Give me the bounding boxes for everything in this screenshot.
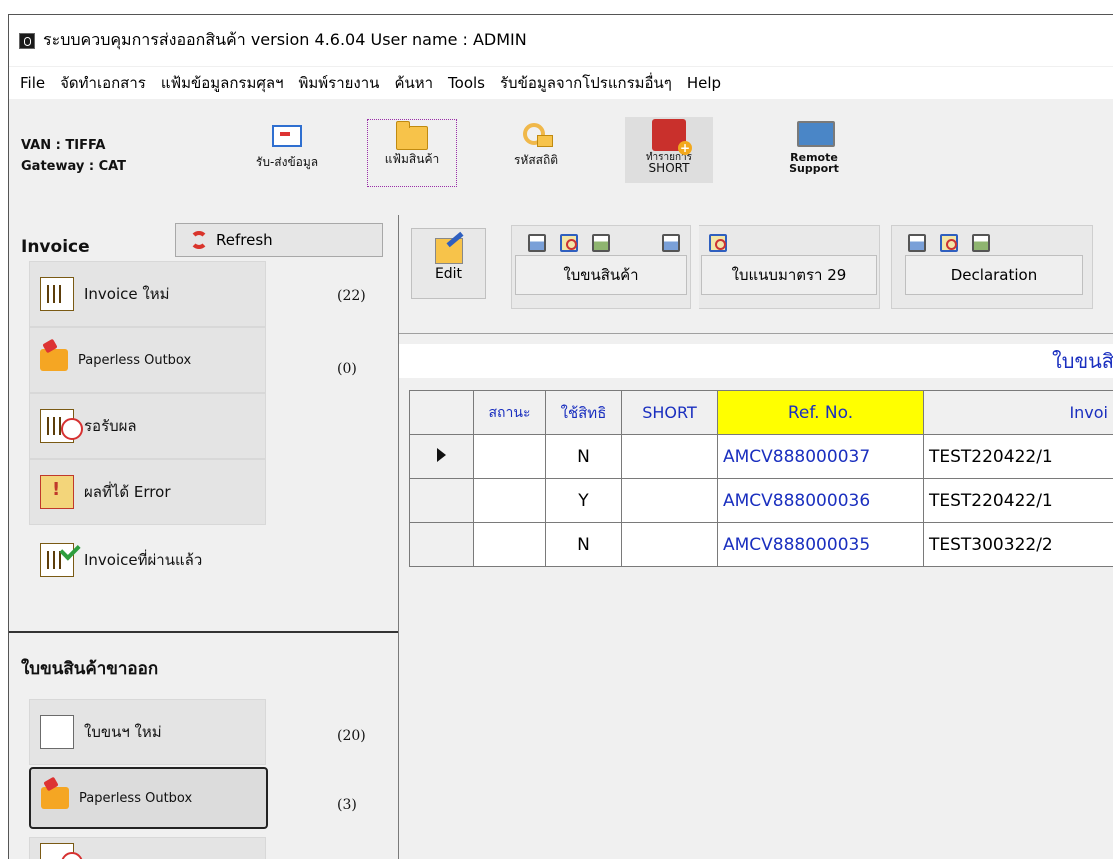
menu-print-report[interactable]: พิมพ์รายงาน (299, 71, 380, 95)
envelope-send-icon (270, 125, 304, 153)
folder-icon (395, 122, 429, 150)
menu-customs-files[interactable]: แฟ้มข้อมูลกรมศุลฯ (161, 71, 284, 95)
tab-declaration[interactable]: ใบขนสินค้า (515, 255, 687, 295)
table-row[interactable]: Y AMCV888000036 TEST220422/1 (410, 479, 1113, 523)
cell-status[interactable] (474, 479, 546, 523)
print-multiple-icon[interactable] (592, 234, 610, 252)
key-folder-icon (519, 123, 553, 151)
sidebar-item-error-result[interactable]: ผลที่ได้ Error (29, 459, 266, 525)
print-icon[interactable] (662, 234, 680, 252)
row-header-corner (410, 391, 474, 435)
cell-ref-no[interactable]: AMCV888000035 (718, 523, 924, 567)
sidebar-divider (9, 631, 398, 633)
sidebar-item-cut-off[interactable] (29, 837, 266, 859)
pending-result-icon (40, 843, 74, 859)
table-row[interactable]: N AMCV888000035 TEST300322/2 (410, 523, 1113, 567)
sidebar-item-pending-result[interactable]: รอรับผล (29, 393, 266, 459)
menu-help[interactable]: Help (687, 74, 721, 92)
row-selector[interactable] (410, 435, 474, 479)
column-header-short[interactable]: SHORT (622, 391, 718, 435)
column-header-status[interactable]: สถานะ (474, 391, 546, 435)
row-selector[interactable] (410, 479, 474, 523)
count-invoice-paperless-outbox: (0) (337, 361, 357, 377)
toolbar: VAN : TIFFA Gateway : CAT รับ-ส่งข้อมูล … (9, 99, 1113, 216)
invoice-new-icon (40, 277, 74, 311)
print-preview-icon[interactable] (940, 234, 958, 252)
pending-result-icon (40, 409, 74, 443)
cell-privilege[interactable]: Y (546, 479, 622, 523)
short-icon (652, 119, 686, 147)
cell-privilege[interactable]: N (546, 435, 622, 479)
cell-status[interactable] (474, 523, 546, 567)
app-icon (19, 33, 35, 49)
export-section-header: ใบขนสินค้าขาออก (21, 655, 158, 682)
sidebar-item-invoice-passed[interactable]: Invoiceที่ผ่านแล้ว (29, 527, 266, 593)
table-row[interactable]: N AMCV888000037 TEST220422/1 (410, 435, 1113, 479)
current-row-arrow-icon (437, 448, 446, 462)
sidebar-item-new-declaration[interactable]: ใบขนฯ ใหม่ (29, 699, 266, 765)
sidebar-item-invoice-paperless-outbox[interactable]: Paperless Outbox (29, 327, 266, 393)
sidebar-item-declaration-paperless-outbox[interactable]: Paperless Outbox (29, 767, 268, 829)
connection-info: VAN : TIFFA Gateway : CAT (21, 135, 126, 177)
cell-privilege[interactable]: N (546, 523, 622, 567)
cell-invoice[interactable]: TEST300322/2 (924, 523, 1113, 567)
cell-status[interactable] (474, 435, 546, 479)
statistics-code-button[interactable]: รหัสสถิติ (491, 119, 581, 185)
tab-declaration-en[interactable]: Declaration (905, 255, 1083, 295)
menu-search[interactable]: ค้นหา (394, 71, 433, 95)
menu-bar: File จัดทำเอกสาร แฟ้มข้อมูลกรมศุลฯ พิมพ์… (9, 67, 1113, 99)
cell-short[interactable] (622, 435, 718, 479)
menu-import-other[interactable]: รับข้อมูลจากโปรแกรมอื่นๆ (500, 71, 672, 95)
invoice-passed-icon (40, 543, 74, 577)
refresh-label: Refresh (216, 231, 273, 249)
count-new-invoice: (22) (337, 288, 366, 304)
cell-short[interactable] (622, 479, 718, 523)
sidebar: Invoice Refresh Invoice ใหม่ (22) Paperl… (9, 215, 399, 859)
short-list-button[interactable]: ทำรายการ SHORT (625, 117, 713, 183)
document-toolbar: Edit ใบขนสินค้า ใบแนบมาตรา 29 Declaratio… (399, 215, 1113, 334)
title-bar: ระบบควบคุมการส่งออกสินค้า version 4.6.04… (9, 15, 1113, 66)
sidebar-item-new-invoice[interactable]: Invoice ใหม่ (29, 261, 266, 327)
column-header-ref-no[interactable]: Ref. No. (718, 391, 924, 435)
cell-short[interactable] (622, 523, 718, 567)
grid-title: ใบขนสิ (399, 344, 1113, 378)
cell-ref-no[interactable]: AMCV888000037 (718, 435, 924, 479)
row-selector[interactable] (410, 523, 474, 567)
count-declaration-paperless-outbox: (3) (337, 797, 357, 813)
refresh-icon (190, 231, 208, 249)
menu-documents[interactable]: จัดทำเอกสาร (60, 71, 146, 95)
count-new-declaration: (20) (337, 728, 366, 744)
cell-invoice[interactable]: TEST220422/1 (924, 479, 1113, 523)
print-multiple-icon[interactable] (972, 234, 990, 252)
declaration-table: สถานะ ใช้สิทธิ SHORT Ref. No. Invoi N AM… (409, 390, 1113, 567)
refresh-button[interactable]: Refresh (175, 223, 383, 257)
main-panel: Edit ใบขนสินค้า ใบแนบมาตรา 29 Declaratio… (399, 215, 1113, 859)
monitor-icon (797, 121, 831, 149)
new-declaration-icon (40, 715, 74, 749)
print-icon[interactable] (528, 234, 546, 252)
column-header-privilege[interactable]: ใช้สิทธิ (546, 391, 622, 435)
paperless-outbox-icon (41, 787, 69, 809)
edit-pencil-icon (435, 238, 463, 264)
print-icon[interactable] (908, 234, 926, 252)
cell-invoice[interactable]: TEST220422/1 (924, 435, 1113, 479)
print-preview-icon[interactable] (560, 234, 578, 252)
print-preview-icon[interactable] (709, 234, 727, 252)
app-window: ระบบควบคุมการส่งออกสินค้า version 4.6.04… (8, 14, 1113, 859)
product-file-button[interactable]: แฟ้มสินค้า (367, 119, 457, 187)
invoice-section-header: Invoice (21, 237, 90, 257)
cell-ref-no[interactable]: AMCV888000036 (718, 479, 924, 523)
menu-file[interactable]: File (20, 74, 45, 92)
gateway-label: Gateway : CAT (21, 156, 126, 177)
window-title: ระบบควบคุมการส่งออกสินค้า version 4.6.04… (43, 28, 527, 53)
paperless-outbox-icon (40, 349, 68, 371)
remote-support-button[interactable]: Remote Support (765, 119, 863, 185)
van-label: VAN : TIFFA (21, 135, 126, 156)
menu-tools[interactable]: Tools (448, 74, 485, 92)
edit-button[interactable]: Edit (411, 228, 486, 299)
send-receive-button[interactable]: รับ-ส่งข้อมูล (239, 119, 335, 185)
tab-attachment-29[interactable]: ใบแนบมาตรา 29 (701, 255, 877, 295)
error-result-icon (40, 475, 74, 509)
column-header-invoice[interactable]: Invoi (924, 391, 1113, 435)
